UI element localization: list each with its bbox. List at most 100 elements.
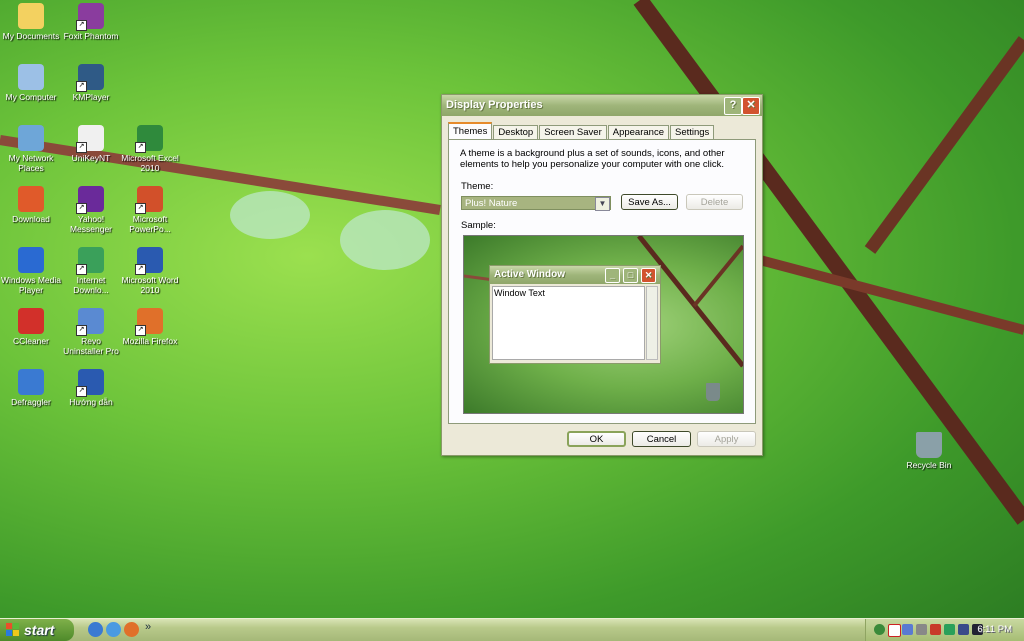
sample-window-text: Window Text: [492, 286, 645, 360]
unikey-icon: ↗: [76, 125, 104, 153]
sample-window-titlebar: Active Window _ □ ✕: [490, 266, 660, 284]
tab-screen-saver[interactable]: Screen Saver: [539, 125, 607, 140]
security-tray-icon[interactable]: [930, 624, 941, 635]
cancel-button[interactable]: Cancel: [632, 431, 691, 447]
recycle-bin-icon-item[interactable]: Recycle Bin: [898, 432, 960, 470]
word-document-icon: ↗: [76, 369, 104, 397]
dialog-tabs: Themes Desktop Screen Saver Appearance S…: [448, 122, 715, 141]
desktop-icon-item[interactable]: ↗ Hướng dẫn: [60, 369, 122, 407]
shortcut-arrow-icon: ↗: [76, 264, 87, 275]
shortcut-arrow-icon: ↗: [76, 142, 87, 153]
shortcut-arrow-icon: ↗: [76, 386, 87, 397]
yahoo-messenger-icon: ↗: [76, 186, 104, 214]
quicklaunch-more-button[interactable]: »: [145, 621, 151, 633]
sample-scrollbar: [646, 286, 658, 360]
word-icon: ↗: [135, 247, 163, 275]
save-as-button[interactable]: Save As...: [621, 194, 678, 210]
desktop-icon-label: Hướng dẫn: [69, 397, 113, 407]
dialog-titlebar[interactable]: Display Properties ? ✕: [442, 95, 762, 116]
media-player-icon: [18, 247, 44, 273]
desktop-icon-item[interactable]: ↗ Yahoo! Messenger: [60, 186, 122, 234]
recycle-bin-label: Recycle Bin: [906, 460, 952, 470]
shortcut-arrow-icon: ↗: [76, 203, 87, 214]
display-properties-dialog: Display Properties ? ✕ Themes Desktop Sc…: [441, 94, 763, 456]
help-button[interactable]: ?: [724, 97, 742, 115]
tab-desktop[interactable]: Desktop: [493, 125, 539, 140]
tab-appearance[interactable]: Appearance: [607, 125, 669, 140]
desktop-icon-item[interactable]: ↗ Mozilla Firefox: [119, 308, 181, 346]
desktop-icon-label: Defraggler: [11, 397, 51, 407]
defraggler-icon: [18, 369, 44, 395]
desktop-icon-item[interactable]: Download: [0, 186, 62, 224]
desktop-icon-label: Microsoft PowerPo...: [129, 214, 171, 234]
kmplayer-icon: ↗: [76, 64, 104, 92]
desktop-icon-label: My Network Places: [8, 153, 54, 173]
desktop-icon-label: Windows Media Player: [1, 275, 61, 295]
apply-button[interactable]: Apply: [697, 431, 756, 447]
desktop-icon-item[interactable]: My Network Places: [0, 125, 62, 173]
dialog-title: Display Properties: [446, 99, 543, 111]
sample-label: Sample:: [461, 220, 496, 231]
desktop-icon-label: Yahoo! Messenger: [69, 214, 113, 234]
download-icon: [18, 186, 44, 212]
desktop-icon-item[interactable]: ↗ KMPlayer: [60, 64, 122, 102]
theme-sample-preview: Active Window _ □ ✕ Window Text: [463, 235, 744, 414]
start-label: start: [24, 622, 55, 638]
ok-button[interactable]: OK: [567, 431, 626, 447]
desktop-icon-label: Microsoft Word 2010: [121, 275, 179, 295]
computer-icon: [18, 64, 44, 90]
taskbar-clock[interactable]: 6:11 PM: [977, 619, 1012, 641]
desktop-icon-item[interactable]: CCleaner: [0, 308, 62, 346]
foxit-phantom-icon: ↗: [76, 3, 104, 31]
desktop-icon-label: My Documents: [2, 31, 60, 41]
theme-label: Theme:: [461, 181, 494, 192]
shortcut-arrow-icon: ↗: [135, 142, 146, 153]
desktop-icon-item[interactable]: ↗ Internet Downlo...: [60, 247, 122, 295]
tools-tray-icon[interactable]: [916, 624, 927, 635]
app-tray-icon[interactable]: [902, 624, 913, 635]
show-desktop-icon[interactable]: [88, 622, 103, 637]
shortcut-arrow-icon: ↗: [76, 81, 87, 92]
desktop-icon-item[interactable]: ↗ UniKeyNT: [60, 125, 122, 163]
system-tray: 6:11 PM: [865, 619, 1024, 641]
delete-button[interactable]: Delete: [686, 194, 743, 210]
tab-settings[interactable]: Settings: [669, 125, 715, 140]
volume-tray-icon[interactable]: [958, 624, 969, 635]
theme-select[interactable]: Plus! Nature ▼: [461, 196, 611, 211]
desktop-icon-label: Download: [12, 214, 50, 224]
shortcut-arrow-icon: ↗: [135, 203, 146, 214]
windows-flag-icon: [6, 623, 19, 636]
start-button[interactable]: start: [0, 619, 74, 641]
internet-explorer-icon[interactable]: [106, 622, 121, 637]
sample-active-window: Active Window _ □ ✕ Window Text: [489, 265, 661, 364]
desktop-icon-item[interactable]: ↗ Foxit Phantom: [60, 3, 122, 41]
desktop-icon-item[interactable]: My Computer: [0, 64, 62, 102]
desktop-icon-label: Mozilla Firefox: [122, 336, 178, 346]
desktop-icon-item[interactable]: My Documents: [0, 3, 62, 41]
desktop-icon-label: My Computer: [5, 92, 57, 102]
excel-icon: ↗: [135, 125, 163, 153]
chevron-down-icon[interactable]: ▼: [595, 197, 610, 211]
desktop-icon-label: KMPlayer: [72, 92, 110, 102]
desktop-icon-label: Revo Uninstaller Pro: [63, 336, 119, 356]
internet-download-icon: ↗: [76, 247, 104, 275]
folder-documents-icon: [18, 3, 44, 29]
network-tray-icon[interactable]: [874, 624, 885, 635]
shortcut-arrow-icon: ↗: [135, 325, 146, 336]
desktop-icon-item[interactable]: Windows Media Player: [0, 247, 62, 295]
update-tray-icon[interactable]: [944, 624, 955, 635]
desktop-icon-item[interactable]: ↗ Microsoft PowerPo...: [119, 186, 181, 234]
revo-uninstaller-icon: ↗: [76, 308, 104, 336]
desktop-icon-item[interactable]: ↗ Revo Uninstaller Pro: [60, 308, 122, 356]
desktop-icon-item[interactable]: Defraggler: [0, 369, 62, 407]
firefox-icon[interactable]: [124, 622, 139, 637]
desktop-icon-label: Internet Downlo...: [73, 275, 109, 295]
shortcut-arrow-icon: ↗: [76, 20, 87, 31]
theme-select-value: Plus! Nature: [465, 198, 518, 209]
desktop-icon-label: CCleaner: [13, 336, 49, 346]
desktop-icon-item[interactable]: ↗ Microsoft Excel 2010: [119, 125, 181, 173]
close-button[interactable]: ✕: [742, 97, 760, 115]
unikey-tray-icon[interactable]: [888, 624, 901, 637]
themes-panel: A theme is a background plus a set of so…: [448, 139, 756, 424]
desktop-icon-item[interactable]: ↗ Microsoft Word 2010: [119, 247, 181, 295]
